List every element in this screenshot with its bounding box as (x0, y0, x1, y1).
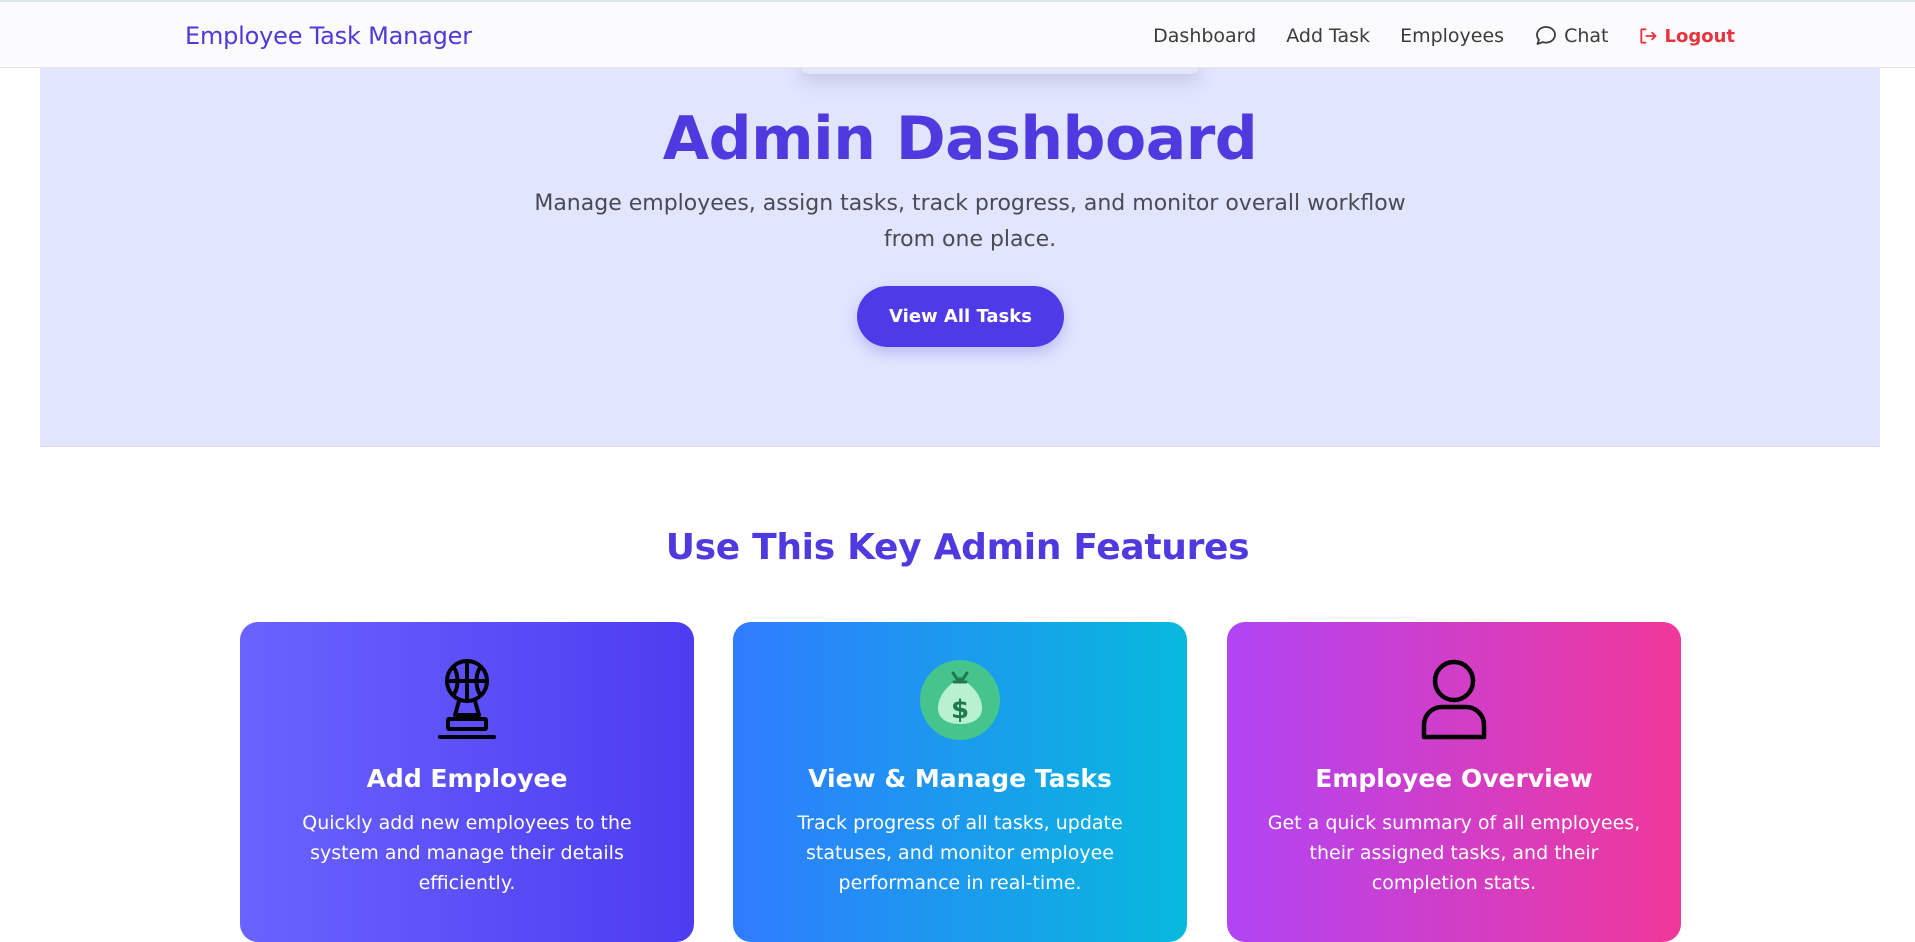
nav-link-label: Chat (1564, 25, 1609, 47)
card-description: Quickly add new employees to the system … (302, 812, 632, 894)
card-title: Employee Overview (1315, 764, 1593, 793)
card-description: Get a quick summary of all employees, th… (1267, 812, 1641, 894)
feature-card-employee-overview[interactable]: Employee Overview Get a quick summary of… (1227, 622, 1681, 942)
nav-links: Dashboard Add Task Employees Chat Logout (1153, 24, 1735, 48)
trophy-basketball-icon (427, 659, 507, 740)
svg-text:$: $ (951, 695, 969, 725)
top-navbar: Employee Task Manager Dashboard Add Task… (0, 0, 1915, 68)
nav-link-label: Employees (1400, 25, 1505, 47)
nav-link-logout[interactable]: Logout (1638, 26, 1735, 47)
nav-link-dashboard[interactable]: Dashboard (1153, 25, 1256, 47)
nav-link-label: Add Task (1286, 25, 1371, 47)
view-all-tasks-button[interactable]: View All Tasks (857, 286, 1064, 347)
nav-link-chat[interactable]: Chat (1534, 24, 1608, 48)
nav-link-label: Dashboard (1153, 25, 1257, 47)
nav-link-employees[interactable]: Employees (1400, 25, 1504, 47)
feature-card-add-employee[interactable]: Add Employee Quickly add new employees t… (240, 622, 694, 942)
hero-subtitle: Manage employees, assign tasks, track pr… (534, 191, 1406, 252)
hero-section: Admin Dashboard Manage employees, assign… (40, 68, 1880, 447)
card-title: Add Employee (366, 764, 568, 793)
chat-bubble-icon (1534, 24, 1558, 48)
nav-link-add-task[interactable]: Add Task (1286, 25, 1370, 47)
user-icon (1414, 659, 1494, 740)
nav-link-label: Logout (1664, 25, 1735, 47)
features-section-title: Use This Key Admin Features (665, 527, 1250, 568)
brand-link[interactable]: Employee Task Manager (185, 22, 472, 50)
card-title: View & Manage Tasks (808, 764, 1112, 793)
logout-icon (1638, 26, 1658, 46)
card-description: Track progress of all tasks, update stat… (797, 812, 1123, 894)
page-title: Admin Dashboard (662, 104, 1258, 174)
money-bag-icon: $ (920, 660, 1000, 740)
feature-card-view-manage-tasks[interactable]: $ View & Manage Tasks Track progress of … (733, 622, 1187, 942)
